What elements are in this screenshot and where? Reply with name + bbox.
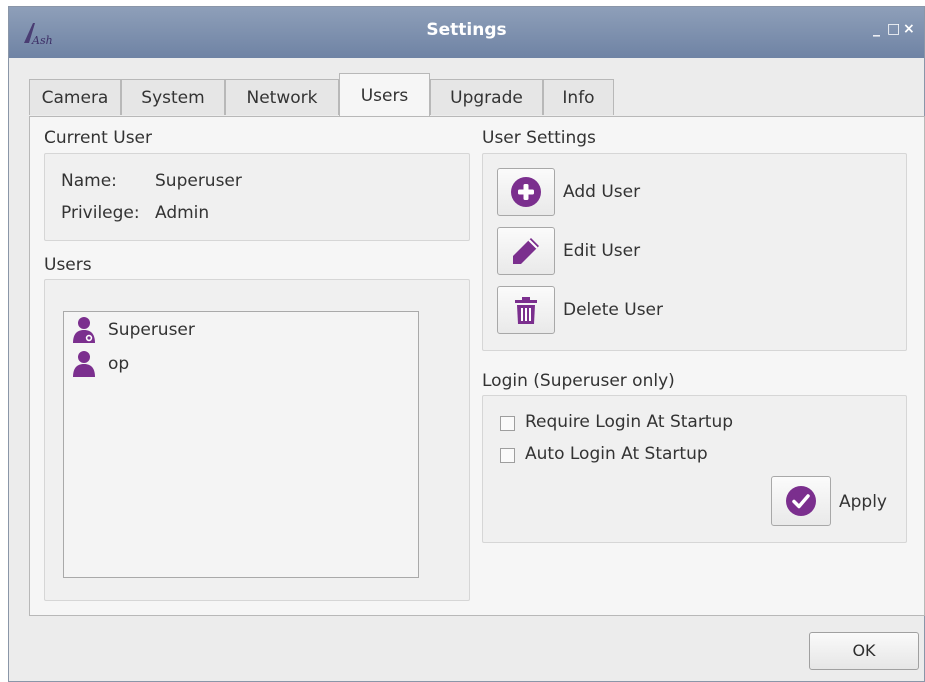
plus-circle-icon bbox=[511, 177, 541, 207]
delete-user-button[interactable] bbox=[497, 286, 555, 334]
tab-upgrade[interactable]: Upgrade bbox=[430, 79, 543, 115]
admin-user-icon bbox=[73, 317, 95, 343]
login-group-title: Login (Superuser only) bbox=[482, 371, 675, 391]
name-label: Name: bbox=[61, 171, 117, 191]
list-item-label: op bbox=[108, 354, 130, 374]
list-item-label: Superuser bbox=[108, 320, 195, 340]
privilege-value: Admin bbox=[155, 203, 210, 223]
add-user-label: Add User bbox=[563, 182, 641, 202]
tab-system[interactable]: System bbox=[121, 79, 225, 115]
require-login-checkbox[interactable] bbox=[500, 416, 515, 431]
tab-info[interactable]: Info bbox=[543, 79, 614, 115]
user-settings-group: Add User Edit User Delete User bbox=[482, 153, 907, 351]
list-item[interactable]: op bbox=[72, 348, 129, 380]
login-group: Require Login At Startup Auto Login At S… bbox=[482, 395, 907, 543]
privilege-label: Privilege: bbox=[61, 203, 140, 223]
tab-network[interactable]: Network bbox=[225, 79, 339, 115]
require-login-label: Require Login At Startup bbox=[525, 412, 734, 432]
list-item[interactable]: Superuser bbox=[72, 314, 195, 346]
current-user-group: Name: Superuser Privilege: Admin bbox=[44, 153, 470, 241]
pencil-icon bbox=[513, 238, 539, 264]
window-title: Settings bbox=[426, 20, 507, 40]
auto-login-checkbox[interactable] bbox=[500, 448, 515, 463]
title-bar[interactable]: Ash Settings _ □ × bbox=[9, 7, 924, 58]
name-value: Superuser bbox=[155, 171, 242, 191]
ok-button[interactable]: OK bbox=[809, 632, 919, 670]
add-user-button[interactable] bbox=[497, 168, 555, 216]
close-icon[interactable]: × bbox=[903, 21, 915, 37]
tab-camera[interactable]: Camera bbox=[29, 79, 121, 115]
check-circle-icon bbox=[786, 486, 816, 516]
user-icon bbox=[73, 351, 95, 377]
trash-icon bbox=[515, 297, 537, 324]
users-group-title: Users bbox=[44, 255, 92, 275]
apply-button[interactable] bbox=[771, 476, 831, 526]
current-user-title: Current User bbox=[44, 128, 153, 148]
maximize-icon[interactable]: □ bbox=[887, 21, 900, 37]
tab-users[interactable]: Users bbox=[339, 73, 430, 116]
minimize-icon[interactable]: _ bbox=[873, 21, 880, 37]
edit-user-button[interactable] bbox=[497, 227, 555, 275]
users-tab-panel: Current User Name: Superuser Privilege: … bbox=[29, 116, 925, 616]
user-settings-title: User Settings bbox=[482, 128, 596, 148]
users-list[interactable]: Superuser op bbox=[63, 311, 419, 578]
edit-user-label: Edit User bbox=[563, 241, 641, 261]
auto-login-label: Auto Login At Startup bbox=[525, 444, 708, 464]
delete-user-label: Delete User bbox=[563, 300, 664, 320]
settings-window: Ash Settings _ □ × Camera System Network… bbox=[8, 6, 925, 682]
apply-label: Apply bbox=[839, 492, 887, 512]
